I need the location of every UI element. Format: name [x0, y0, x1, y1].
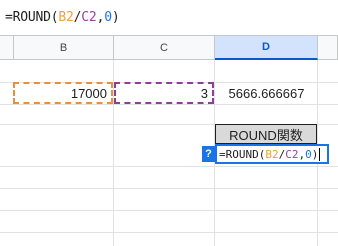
formula-ref-c2: C2	[81, 10, 97, 25]
round-label-cell[interactable]: ROUND関数	[215, 124, 317, 144]
text-cursor	[319, 147, 321, 161]
cell-b2[interactable]: 17000	[13, 82, 113, 104]
column-header-d[interactable]: D	[215, 36, 318, 60]
formula-help-button[interactable]: ?	[202, 146, 215, 162]
editor-divide: /	[278, 147, 286, 161]
formula-digits: 0	[104, 10, 112, 25]
column-header-e[interactable]	[318, 36, 338, 60]
formula-close: )	[111, 10, 120, 25]
cell-c2[interactable]: 3	[114, 82, 214, 104]
editor-close: )	[311, 147, 319, 161]
editor-digits: 0	[305, 147, 312, 161]
grid-line	[0, 188, 338, 189]
grid-line	[0, 166, 338, 167]
spreadsheet-grid[interactable]: B C D 17000 3 5666.666667 ROUND関数 ? =ROU…	[0, 36, 338, 246]
editor-prefix: =ROUND(	[219, 147, 266, 161]
cell-edit-input[interactable]: =ROUND(B2/C2, 0)	[215, 144, 329, 164]
cell-d2[interactable]: 5666.666667	[215, 82, 318, 104]
row-header-corner[interactable]	[0, 36, 14, 60]
column-header-b[interactable]: B	[14, 36, 114, 60]
grid-line	[0, 210, 338, 211]
editor-comma: ,	[298, 147, 306, 161]
editor-ref-c2: C2	[285, 147, 299, 161]
editor-ref-b2: B2	[265, 147, 279, 161]
formula-bar[interactable]: =ROUND(B2/C2,0)	[0, 0, 338, 36]
formula-prefix: =ROUND(	[5, 10, 59, 25]
grid-line	[0, 232, 338, 233]
formula-ref-b2: B2	[58, 10, 74, 25]
column-header-c[interactable]: C	[114, 36, 215, 60]
grid-line	[0, 104, 338, 105]
formula-content[interactable]: =ROUND(B2/C2,0)	[5, 10, 120, 25]
